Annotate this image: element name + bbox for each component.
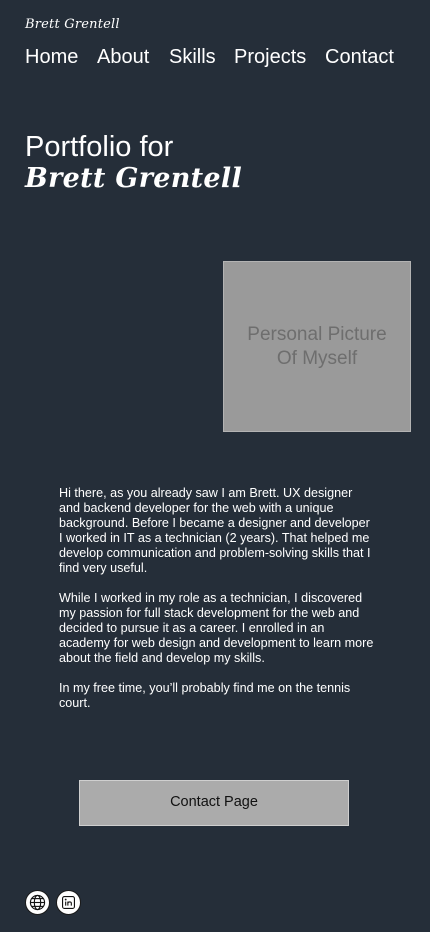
bio-section: Hi there, as you already saw I am Brett.… (59, 486, 374, 726)
bio-paragraph: In my free time, you’ll probably find me… (59, 681, 351, 710)
globe-icon (29, 894, 46, 911)
website-link[interactable] (25, 890, 50, 915)
nav-link-skills[interactable]: Skills (169, 45, 234, 69)
contact-page-button[interactable]: Contact Page (79, 780, 349, 826)
hero-name: Brett Grentell (25, 163, 243, 194)
profile-photo-placeholder: Personal Picture Of Myself (223, 261, 411, 432)
bio-paragraph: Hi there, as you already saw I am Brett.… (59, 486, 371, 575)
nav-link-projects[interactable]: Projects (234, 45, 325, 69)
hero-title: Portfolio for (25, 131, 174, 163)
nav-link-contact[interactable]: Contact (325, 45, 400, 69)
linkedin-link[interactable] (56, 890, 81, 915)
linkedin-icon (62, 896, 75, 909)
bio-paragraph: While I worked in my role as a technicia… (59, 591, 374, 665)
site-brand[interactable]: Brett Grentell (25, 17, 120, 32)
nav-link-home[interactable]: Home (25, 45, 97, 69)
nav-link-about[interactable]: About (97, 45, 169, 69)
photo-placeholder-label: Personal Picture Of Myself (247, 323, 387, 369)
main-nav: Home About Skills Projects Contact (25, 45, 400, 69)
